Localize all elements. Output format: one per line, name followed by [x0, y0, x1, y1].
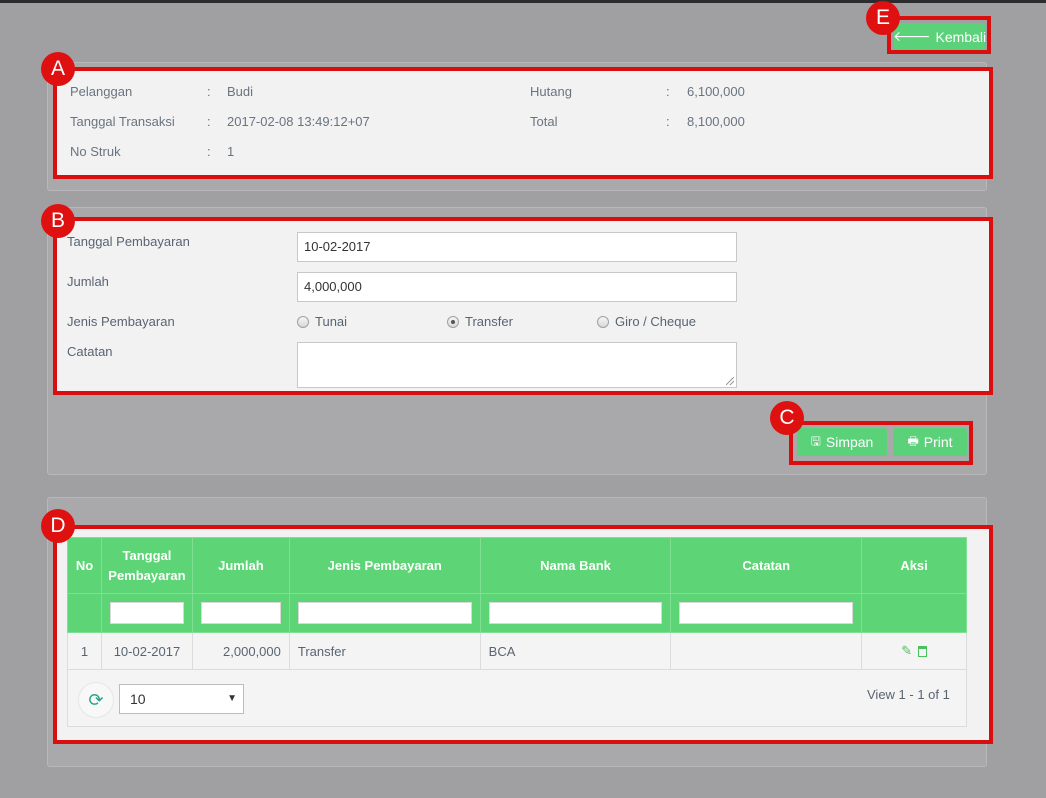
debt-value: 6,100,000: [687, 84, 745, 99]
view-info: View 1 - 1 of 1: [867, 687, 950, 702]
customer-value: Budi: [227, 84, 254, 99]
filter-bank-name-input[interactable]: [488, 602, 663, 624]
filter-payment-type-input[interactable]: [297, 602, 472, 624]
total-colon: :: [666, 114, 670, 129]
column-action: Aksi: [861, 537, 967, 594]
filter-amount-input[interactable]: [200, 602, 281, 624]
marker-e: E: [866, 1, 900, 35]
marker-d: D: [41, 509, 75, 543]
filter-cell-no: [67, 593, 102, 633]
transaction-info: [57, 71, 989, 175]
back-button-label: Kembali: [935, 28, 987, 45]
payment-date-label: Tanggal Pembayaran: [67, 234, 190, 249]
column-amount[interactable]: Jumlah: [191, 537, 290, 594]
filter-cell-payment-date: [100, 593, 193, 633]
total-label: Total: [530, 114, 558, 129]
page-size-value: 10: [130, 691, 146, 707]
arrow-left-icon: 🡐: [892, 28, 931, 44]
cell-bank-name: BCA: [479, 632, 672, 670]
page-size-select[interactable]: 10 ▼: [119, 684, 244, 714]
radio-transfer[interactable]: Transfer: [447, 314, 513, 329]
filter-cell-note: [670, 593, 863, 633]
filter-cell-amount: [191, 593, 290, 633]
radio-transfer-button[interactable]: [447, 315, 459, 328]
table-row[interactable]: 1 10-02-2017 2,000,000 Transfer BCA ✎: [67, 632, 967, 670]
amount-label: Jumlah: [67, 274, 109, 289]
note-textarea[interactable]: [297, 342, 737, 388]
filter-payment-date-input[interactable]: [109, 602, 184, 624]
debt-colon: :: [666, 84, 670, 99]
save-button[interactable]: 🖫 Simpan: [797, 428, 887, 456]
filter-note-input[interactable]: [679, 602, 854, 624]
cell-action: ✎: [861, 632, 967, 670]
column-no[interactable]: No: [67, 537, 102, 594]
column-note[interactable]: Catatan: [670, 537, 863, 594]
print-button[interactable]: 🖶 Print: [893, 428, 967, 456]
filter-row: [67, 593, 967, 633]
cell-amount: 2,000,000: [191, 632, 290, 670]
print-button-label: Print: [923, 434, 953, 450]
marker-b: B: [41, 204, 75, 238]
filter-cell-bank-name: [479, 593, 672, 633]
cell-no: 1: [67, 632, 102, 670]
back-button[interactable]: 🡐 Kembali: [892, 23, 987, 50]
cell-payment-date: 10-02-2017: [100, 632, 193, 670]
save-button-label: Simpan: [825, 434, 874, 450]
payment-type-label: Jenis Pembayaran: [67, 314, 175, 329]
floppy-disk-icon: 🖫: [810, 433, 821, 448]
radio-cash-button[interactable]: [297, 315, 309, 328]
customer-colon: :: [207, 84, 211, 99]
trash-icon[interactable]: [917, 646, 927, 658]
transaction-date-colon: :: [207, 114, 211, 129]
cell-payment-type: Transfer: [288, 632, 481, 670]
column-payment-date[interactable]: Tanggal Pembayaran: [100, 537, 193, 594]
receipt-label: No Struk: [70, 144, 121, 159]
refresh-icon[interactable]: ⟳: [78, 682, 114, 718]
cell-note: [670, 632, 863, 670]
payment-date-input[interactable]: 10-02-2017: [297, 232, 737, 262]
amount-input[interactable]: 4,000,000: [297, 272, 737, 302]
marker-a: A: [41, 52, 75, 86]
radio-cash-label: Tunai: [315, 314, 348, 329]
customer-label: Pelanggan: [70, 84, 133, 99]
note-label: Catatan: [67, 344, 113, 359]
chevron-down-icon: ▼: [227, 693, 237, 704]
printer-icon: 🖶: [907, 433, 919, 448]
receipt-value: 1: [227, 144, 235, 159]
transaction-date-value: 2017-02-08 13:49:12+07: [227, 114, 370, 129]
radio-transfer-label: Transfer: [465, 314, 513, 329]
radio-cash[interactable]: Tunai: [297, 314, 347, 329]
resize-grip-icon[interactable]: [726, 377, 734, 385]
filter-cell-payment-type: [288, 593, 481, 633]
transaction-date-label: Tanggal Transaksi: [70, 114, 175, 129]
receipt-colon: :: [207, 144, 211, 159]
total-value: 8,100,000: [687, 114, 745, 129]
column-bank-name[interactable]: Nama Bank: [479, 537, 672, 594]
marker-c: C: [770, 401, 804, 435]
filter-cell-action: [861, 593, 967, 633]
debt-label: Hutang: [530, 84, 572, 99]
radio-giro-button[interactable]: [597, 315, 609, 328]
table-header-row: No Tanggal Pembayaran Jumlah Jenis Pemba…: [67, 537, 967, 594]
radio-giro-label: Giro / Cheque: [615, 314, 696, 329]
payments-table: No Tanggal Pembayaran Jumlah Jenis Pemba…: [67, 537, 967, 670]
radio-giro[interactable]: Giro / Cheque: [597, 314, 696, 329]
column-payment-type[interactable]: Jenis Pembayaran: [288, 537, 481, 594]
pencil-icon[interactable]: ✎: [901, 643, 912, 658]
